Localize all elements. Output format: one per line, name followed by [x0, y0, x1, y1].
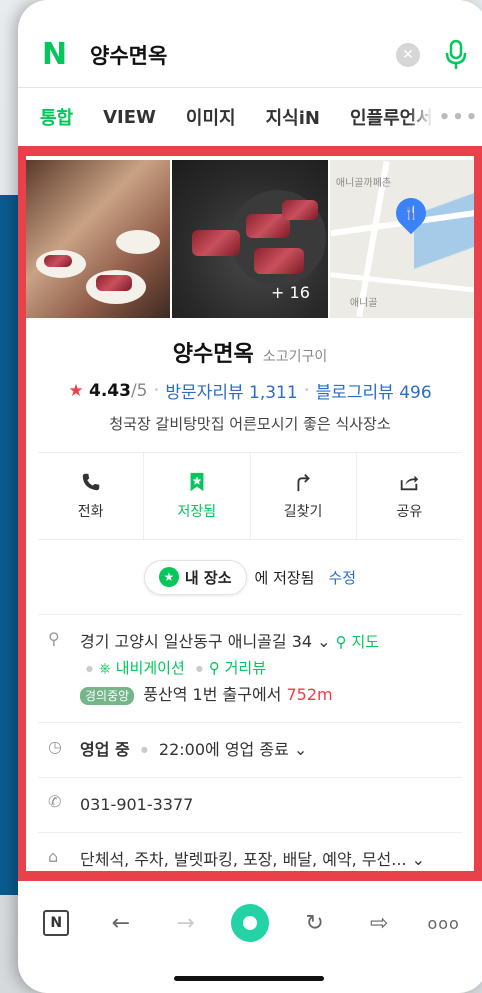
directions-icon — [297, 474, 310, 492]
map-label-aenigol: 애니골 — [349, 298, 378, 309]
photo-strip[interactable]: + 16 애니골까페촌 애니골 🍴 — [26, 160, 474, 318]
bookmark-star-icon — [190, 472, 204, 492]
station-name: 풍산역 — [143, 684, 188, 704]
edit-link[interactable]: 수정 — [328, 567, 356, 588]
navigation-link[interactable]: ⎈ 내비게이션 — [99, 659, 185, 677]
more-tabs-icon[interactable]: ••• — [439, 107, 480, 128]
photo-beef-platter[interactable]: + 16 — [172, 160, 328, 318]
map-label-cafe-village: 애니골까페촌 — [335, 178, 392, 189]
call-button[interactable]: 전화 — [38, 453, 145, 539]
close-icon[interactable]: ✕ — [396, 42, 420, 67]
green-dot-button[interactable] — [230, 903, 270, 943]
rating-max: /5 — [130, 380, 148, 401]
blog-reviews-link[interactable]: 블로그리뷰 496 — [316, 378, 432, 403]
tab-all[interactable]: 통합 — [40, 104, 73, 130]
address-text[interactable]: 경기 고양시 일산동구 애니골길 34 — [80, 632, 312, 651]
search-input[interactable]: 양수면옥 — [90, 40, 396, 70]
address-row: ⚲ 경기 고양시 일산동구 애니골길 34 ⌄ ⚲ 지도 ● ⎈ 내비게이션 ● ⚲… — [38, 615, 462, 723]
green-dot-icon — [230, 904, 269, 942]
street-view-link[interactable]: ⚲ 거리뷰 — [209, 659, 266, 677]
phone-number[interactable]: 031-901-3377 — [80, 795, 193, 814]
tab-images[interactable]: 이미지 — [186, 104, 236, 130]
amenities-text: 단체석, 주차, 발렛파킹, 포장, 배달, 예약, 무선... — [80, 850, 407, 869]
refresh-icon[interactable]: ↻ — [295, 903, 335, 943]
star-icon: ★ — [68, 380, 84, 401]
search-bar: N 양수면옥 ✕ — [18, 22, 482, 88]
place-header: 양수면옥 소고기구이 — [26, 336, 474, 368]
clock-icon: ◷ — [48, 736, 62, 756]
star-icon: ★ — [158, 567, 179, 587]
visitor-reviews-link[interactable]: 방문자리뷰 1,311 — [165, 378, 297, 403]
exit-text: 1번 출구에서 — [192, 684, 282, 704]
separator-dot: ● — [86, 663, 93, 673]
my-place-pill[interactable]: ★ 내 장소 — [143, 559, 247, 595]
share-arrow-icon[interactable]: ⇨ — [359, 903, 399, 943]
distance-text: 752m — [286, 684, 333, 704]
naver-logo[interactable]: N — [42, 39, 72, 70]
hours-row[interactable]: ◷ 영업 중 ● 22:00에 영업 종료 ⌄ — [38, 723, 462, 778]
chevron-down-icon[interactable]: ⌄ — [412, 850, 425, 869]
search-tabs: 통합 VIEW 이미지 지식iN 인플루언서 ••• — [18, 88, 482, 146]
share-button[interactable]: 공유 — [357, 453, 462, 539]
directions-label: 길찾기 — [283, 504, 323, 520]
more-icon[interactable]: ooo — [424, 903, 464, 943]
action-bar: 전화 저장됨 길찾기 공유 — [38, 452, 462, 540]
photo-restaurant-table[interactable] — [26, 160, 171, 318]
chevron-down-icon[interactable]: ⌄ — [294, 740, 307, 759]
tab-knowledge-in[interactable]: 지식iN — [266, 104, 320, 130]
place-card: + 16 애니골까페촌 애니골 🍴 양수면옥 소고기구이 ★ 4.43/5 • … — [18, 146, 482, 881]
forward-arrow-icon[interactable]: → — [165, 903, 205, 943]
my-place-label: 내 장소 — [184, 568, 232, 587]
share-label: 공유 — [396, 504, 423, 520]
phone-icon — [82, 473, 99, 491]
separator-dot: • — [303, 385, 310, 396]
call-label: 전화 — [77, 504, 104, 520]
separator-dot: • — [153, 385, 160, 396]
chevron-down-icon[interactable]: ⌄ — [317, 632, 330, 651]
rating-value: 4.43 — [89, 380, 131, 401]
back-arrow-icon[interactable]: ← — [101, 903, 141, 943]
share-icon — [401, 475, 419, 491]
place-info: ⚲ 경기 고양시 일산동구 애니골길 34 ⌄ ⚲ 지도 ● ⎈ 내비게이션 ● ⚲… — [38, 614, 462, 871]
map-link[interactable]: ⚲ 지도 — [336, 633, 379, 651]
location-pin-icon: ⚲ — [48, 629, 60, 648]
place-name[interactable]: 양수면옥 — [173, 342, 254, 367]
naver-n-icon: N — [43, 910, 70, 936]
amenities-row[interactable]: ⌂ 단체석, 주차, 발렛파킹, 포장, 배달, 예약, 무선... ⌄ — [38, 833, 462, 871]
rating-row: ★ 4.43/5 • 방문자리뷰 1,311 • 블로그리뷰 496 — [26, 378, 474, 404]
map-thumbnail[interactable]: 애니골까페촌 애니골 🍴 — [329, 160, 474, 318]
tab-influencer[interactable]: 인플루언서 — [350, 104, 433, 130]
subway-line-badge: 경의중앙 — [80, 686, 135, 705]
store-icon: ⌂ — [48, 847, 59, 866]
phone-row[interactable]: ✆ 031-901-3377 — [38, 778, 462, 833]
place-category: 소고기구이 — [262, 349, 328, 365]
phone-icon: ✆ — [48, 792, 62, 811]
browser-bottom-nav: N ← → ↻ ⇨ ooo — [18, 891, 482, 955]
map-river — [414, 160, 474, 318]
tab-view[interactable]: VIEW — [103, 107, 156, 128]
photo-count: + 16 — [271, 283, 310, 302]
home-indicator — [174, 976, 324, 981]
naver-home-button[interactable]: N — [36, 903, 76, 943]
save-label: 저장됨 — [177, 504, 217, 520]
phone-frame: N 양수면옥 ✕ 통합 VIEW 이미지 지식iN 인플루언서 ••• + 16… — [18, 0, 482, 993]
open-status: 영업 중 — [80, 739, 130, 759]
directions-button[interactable]: 길찾기 — [251, 453, 357, 539]
closing-time: 22:00에 영업 종료 — [158, 739, 289, 759]
rating-group: ★ 4.43/5 — [68, 381, 147, 401]
saved-text: 에 저장됨 — [254, 568, 315, 587]
mic-icon[interactable] — [444, 38, 468, 72]
separator-dot: ● — [195, 663, 203, 673]
place-description: 청국장 갈비탕맛집 어른모시기 좋은 식사장소 — [109, 415, 391, 433]
saved-status: ★ 내 장소 에 저장됨 수정 — [26, 559, 474, 595]
save-button[interactable]: 저장됨 — [144, 453, 251, 539]
separator-dot: ● — [140, 745, 148, 754]
